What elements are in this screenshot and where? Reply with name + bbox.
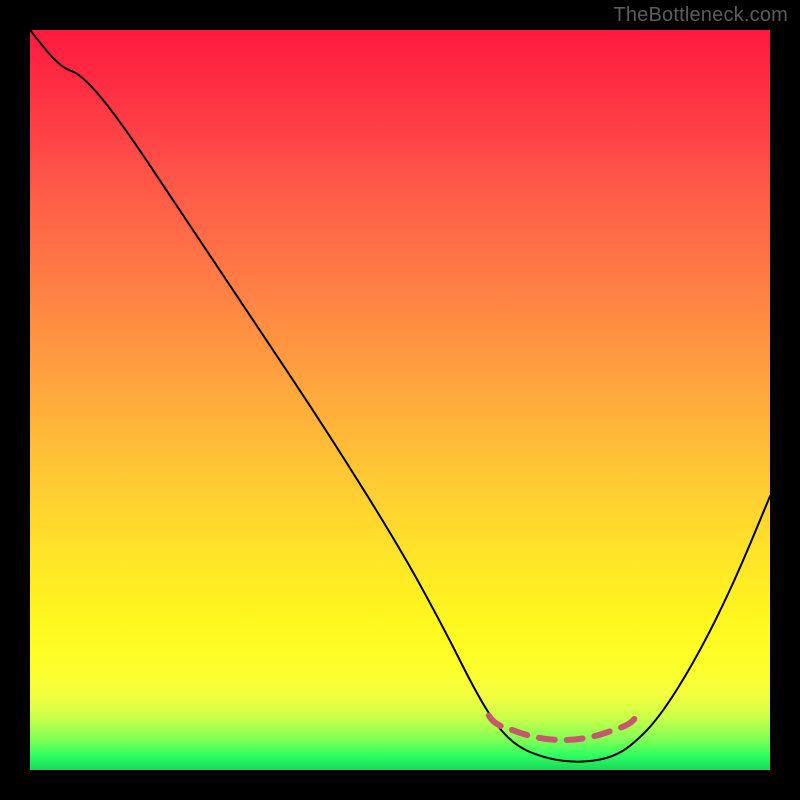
chart-stage: TheBottleneck.com xyxy=(0,0,800,800)
chart-panel xyxy=(30,30,770,770)
optimal-zone-marker xyxy=(489,716,637,740)
bottleneck-curve xyxy=(30,30,770,762)
chart-svg xyxy=(30,30,770,770)
watermark-text: TheBottleneck.com xyxy=(613,4,788,27)
